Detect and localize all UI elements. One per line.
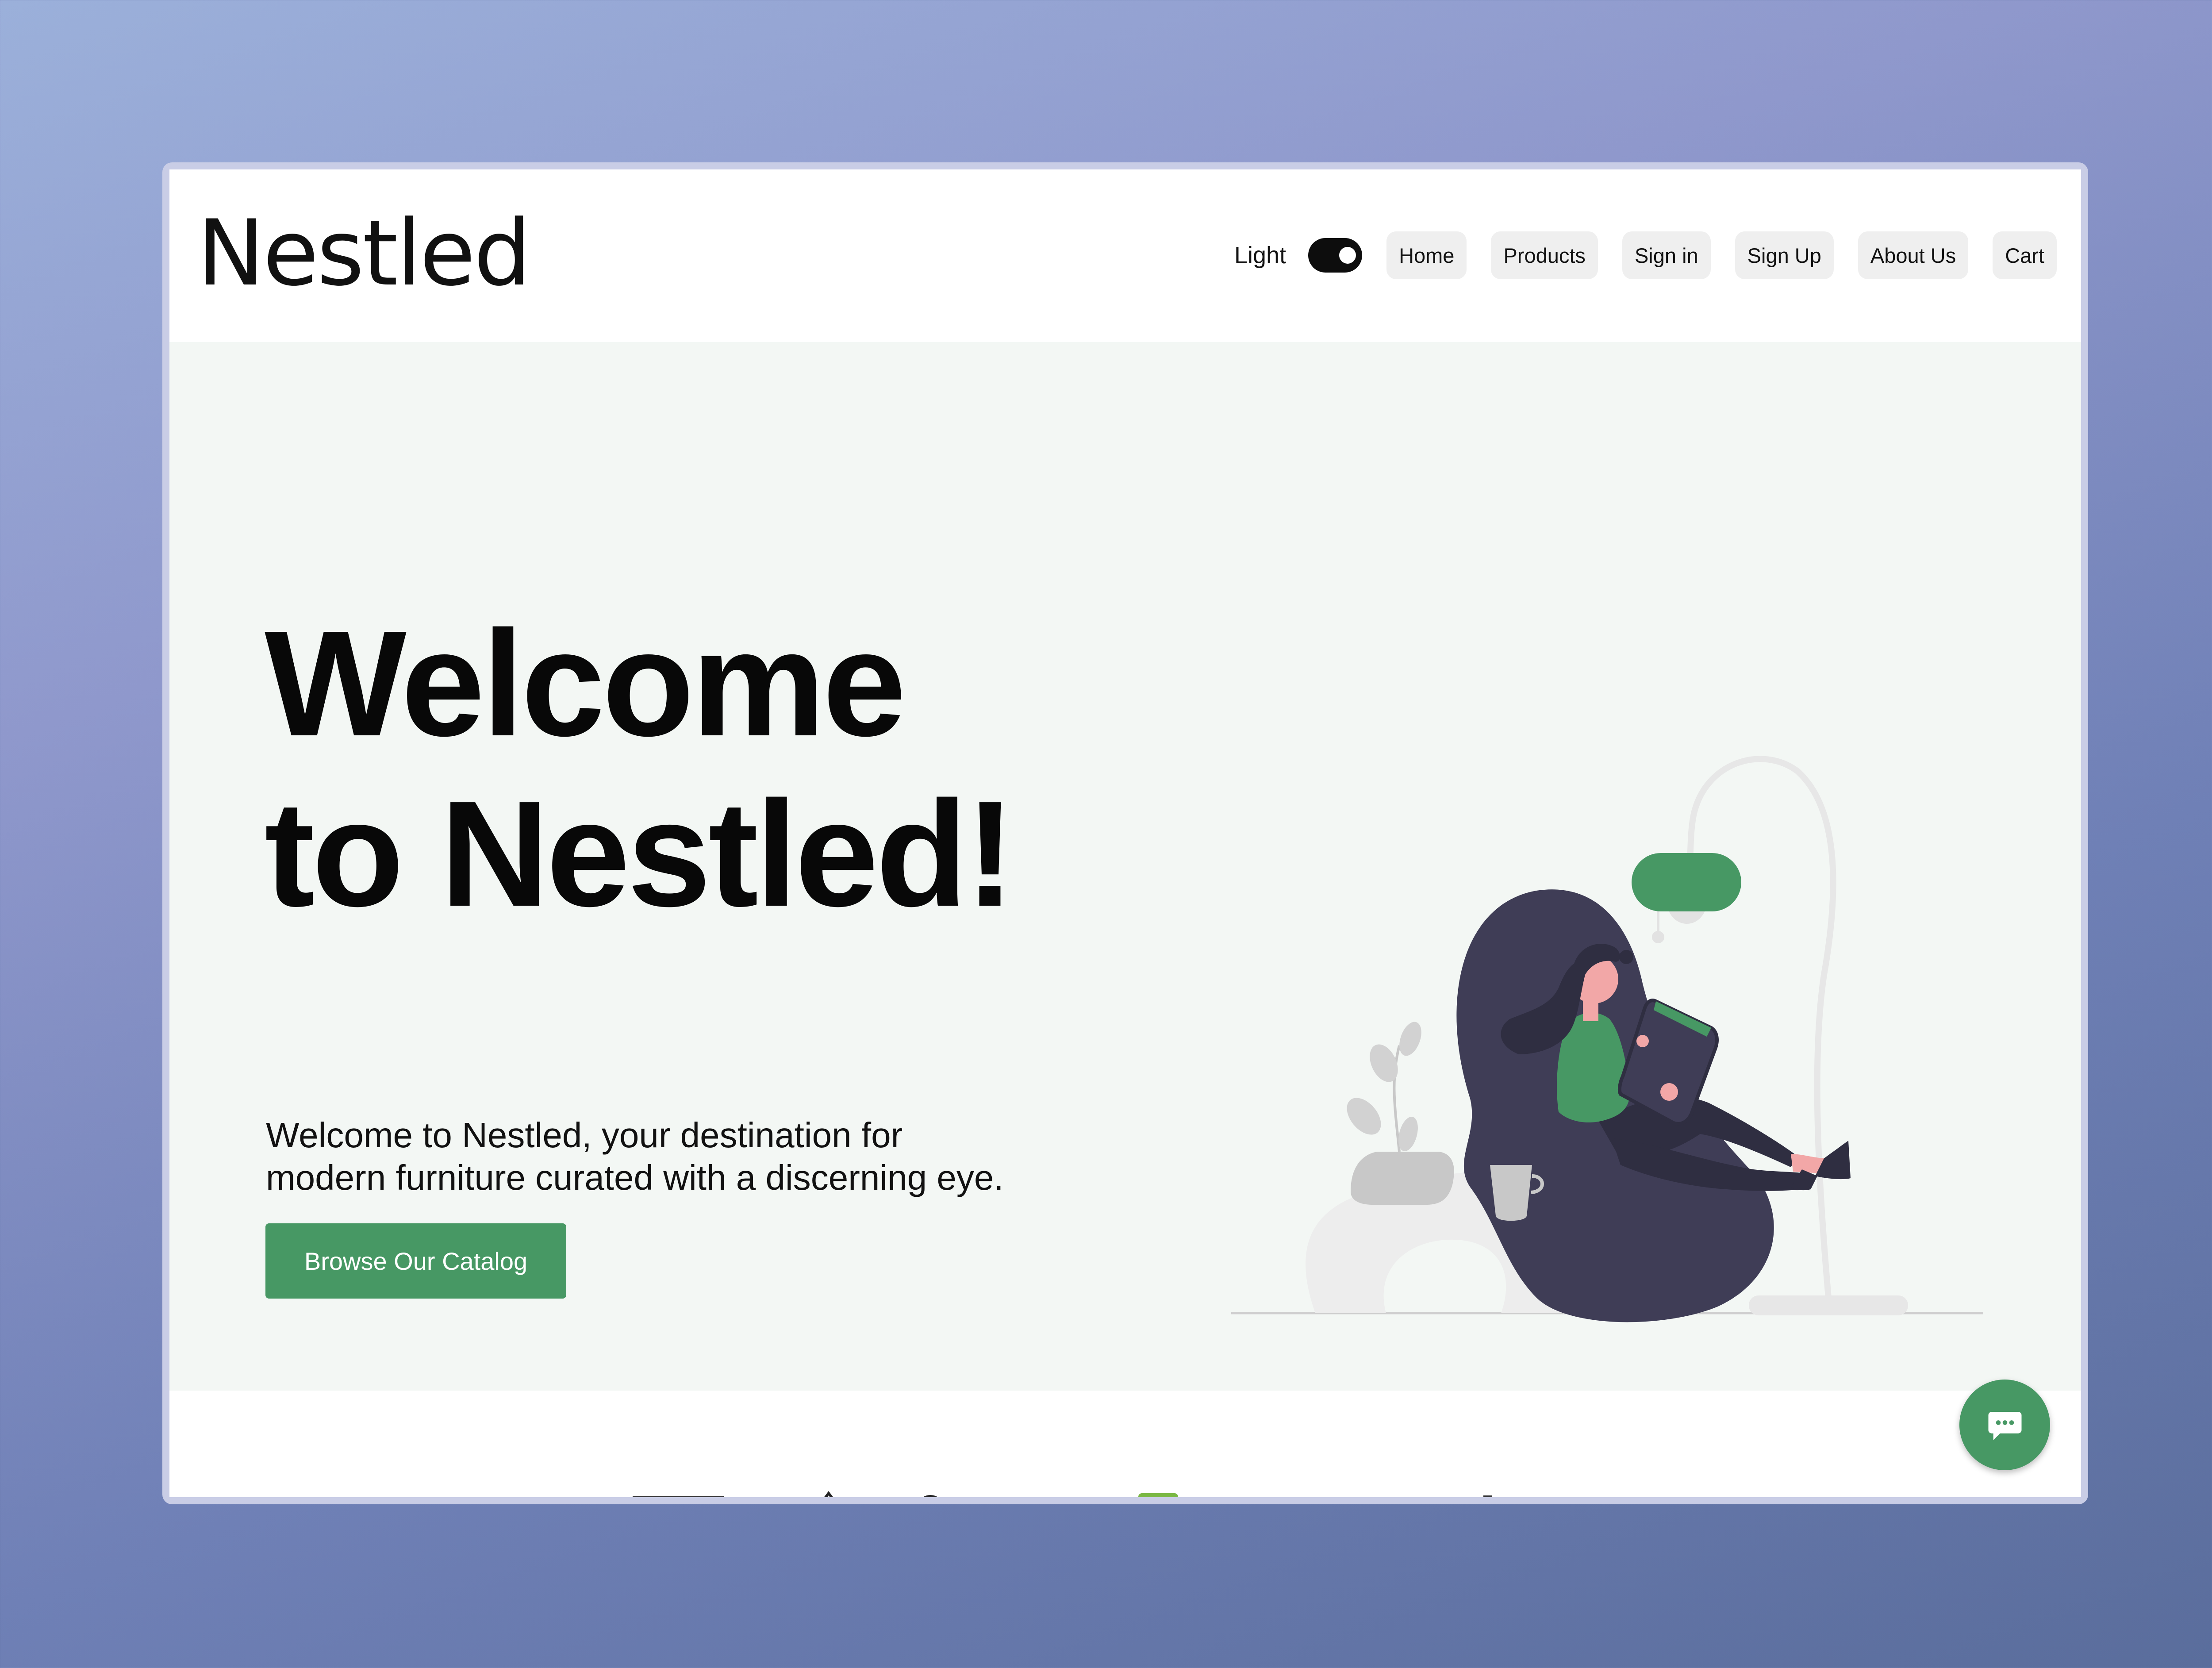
site-header: Nestled Light Home Products Sign in Sign… <box>169 169 2081 342</box>
nav-products-button[interactable]: Products <box>1491 231 1598 279</box>
nav-cart-button[interactable]: Cart <box>1993 231 2057 279</box>
hero-title-line-1: Welcome <box>265 600 906 768</box>
hero-subtitle-line-2: modern furniture curated with a discerni… <box>266 1158 1004 1197</box>
web-page: Nestled Light Home Products Sign in Sign… <box>169 169 2081 1497</box>
main-nav: Light Home Products Sign in Sign Up Abou… <box>1234 231 2057 279</box>
hero-section: Welcome to Nestled! Welcome to Nestled, … <box>169 342 2081 1391</box>
hero-title: Welcome to Nestled! <box>265 599 1015 939</box>
chat-bubble-icon <box>1988 1411 2021 1440</box>
brand-strip-section <box>169 1391 2081 1497</box>
hero-title-line-2: to Nestled! <box>265 770 1015 938</box>
nav-sign-in-button[interactable]: Sign in <box>1622 231 1711 279</box>
theme-toggle[interactable] <box>1308 238 1363 273</box>
nav-sign-up-button[interactable]: Sign Up <box>1735 231 1834 279</box>
nav-home-button[interactable]: Home <box>1386 231 1467 279</box>
theme-label: Light <box>1234 242 1286 269</box>
nav-about-us-button[interactable]: About Us <box>1858 231 1969 279</box>
hero-subtitle-line-1: Welcome to Nestled, your destination for <box>266 1115 903 1155</box>
chat-button[interactable] <box>1959 1380 2050 1470</box>
site-logo[interactable]: Nestled <box>197 208 531 299</box>
hero-subtitle: Welcome to Nestled, your destination for… <box>266 1114 1106 1199</box>
browse-catalog-button[interactable]: Browse Our Catalog <box>265 1223 566 1299</box>
browser-window: Nestled Light Home Products Sign in Sign… <box>162 162 2088 1504</box>
reading-woman-illustration <box>1231 756 1983 1322</box>
toggle-knob-icon <box>1339 247 1356 264</box>
brand-logos-strip <box>633 1491 1492 1497</box>
